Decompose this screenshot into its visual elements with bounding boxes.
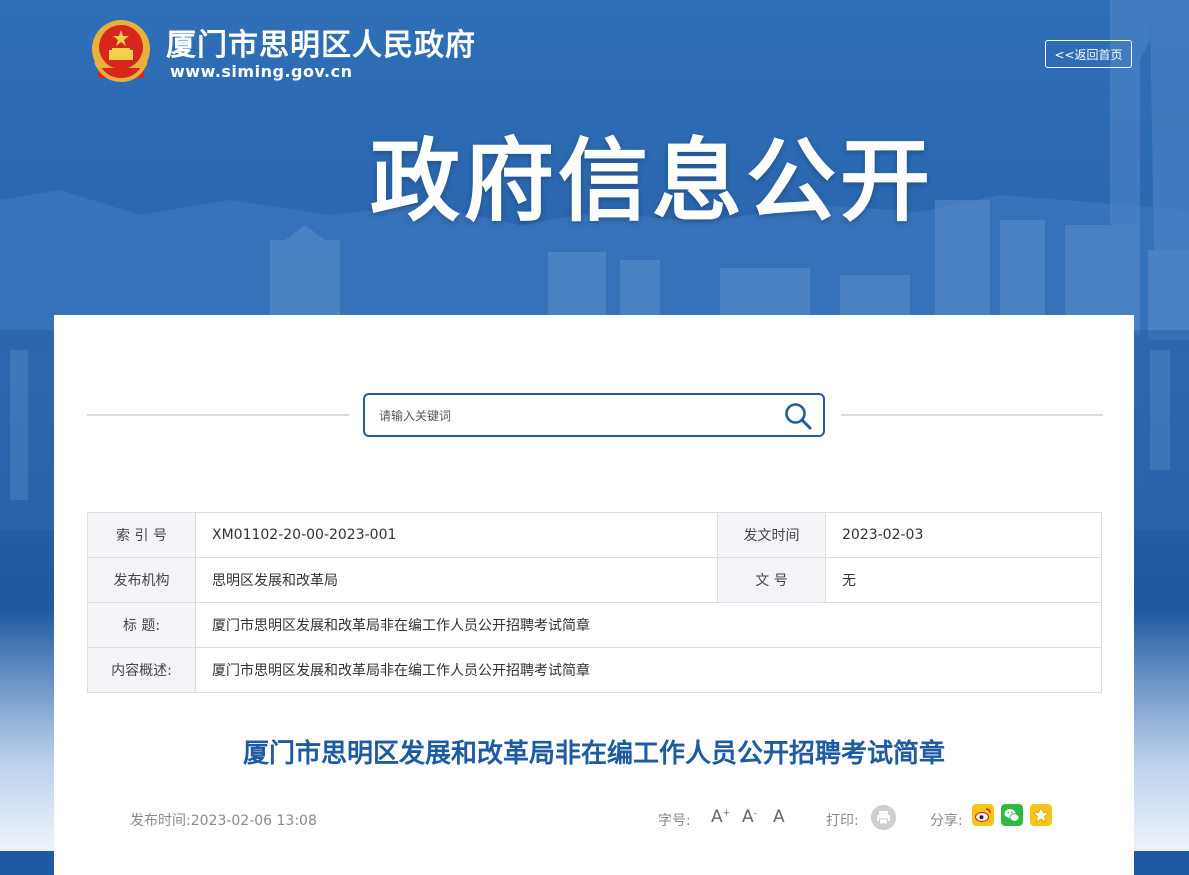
site-name: 厦门市思明区人民政府 [166,28,476,63]
wechat-icon[interactable] [1001,804,1023,826]
divider-left [87,414,349,416]
title-value: 厦门市思明区发展和改革局非在编工作人员公开招聘考试简章 [195,602,1102,648]
font-size-increase-button[interactable]: A+ [711,807,730,827]
font-size-reset-button[interactable]: A [773,807,785,827]
docno-label: 文 号 [717,557,826,603]
index-label: 索 引 号 [87,512,196,558]
back-home-button[interactable]: <<返回首页 [1045,40,1132,68]
date-label: 发文时间 [717,512,826,558]
search-icon[interactable] [783,401,813,431]
org-label: 发布机构 [87,557,196,603]
share-label: 分享: [930,813,963,829]
org-value: 思明区发展和改革局 [195,557,718,603]
print-icon[interactable] [871,805,896,830]
search-input[interactable] [377,402,761,430]
docno-value: 无 [825,557,1102,603]
article-title: 厦门市思明区发展和改革局非在编工作人员公开招聘考试简章 [242,739,945,769]
article-meta-bar: 发布时间:2023-02-06 13:08 字号: A+ A- A 打印: 分享… [54,803,1134,833]
summary-label: 内容概述: [87,647,196,693]
header: 厦门市思明区人民政府 www.siming.gov.cn <<返回首页 政府信息… [0,0,1189,315]
publish-time: 发布时间:2023-02-06 13:08 [130,813,317,829]
document-meta-table: 索 引 号 XM01102-20-00-2023-001 发文时间 2023-0… [87,512,1102,693]
table-row: 标 题: 厦门市思明区发展和改革局非在编工作人员公开招聘考试简章 [87,602,1102,648]
content-panel: 索 引 号 XM01102-20-00-2023-001 发文时间 2023-0… [54,315,1134,875]
print-label: 打印: [826,813,859,829]
title-label: 标 题: [87,602,196,648]
banner-title: 政府信息公开 [370,129,934,234]
national-emblem-icon [92,20,150,83]
table-row: 索 引 号 XM01102-20-00-2023-001 发文时间 2023-0… [87,512,1102,558]
date-value: 2023-02-03 [825,512,1102,558]
table-row: 内容概述: 厦门市思明区发展和改革局非在编工作人员公开招聘考试简章 [87,647,1102,693]
search-box [363,393,825,437]
table-row: 发布机构 思明区发展和改革局 文 号 无 [87,557,1102,603]
font-size-label: 字号: [658,813,691,829]
summary-value: 厦门市思明区发展和改革局非在编工作人员公开招聘考试简章 [195,647,1102,693]
divider-right [841,414,1103,416]
weibo-icon[interactable] [972,804,994,826]
qzone-icon[interactable] [1030,804,1052,826]
site-url: www.siming.gov.cn [170,62,353,81]
font-size-decrease-button[interactable]: A- [742,807,757,827]
index-value: XM01102-20-00-2023-001 [195,512,718,558]
